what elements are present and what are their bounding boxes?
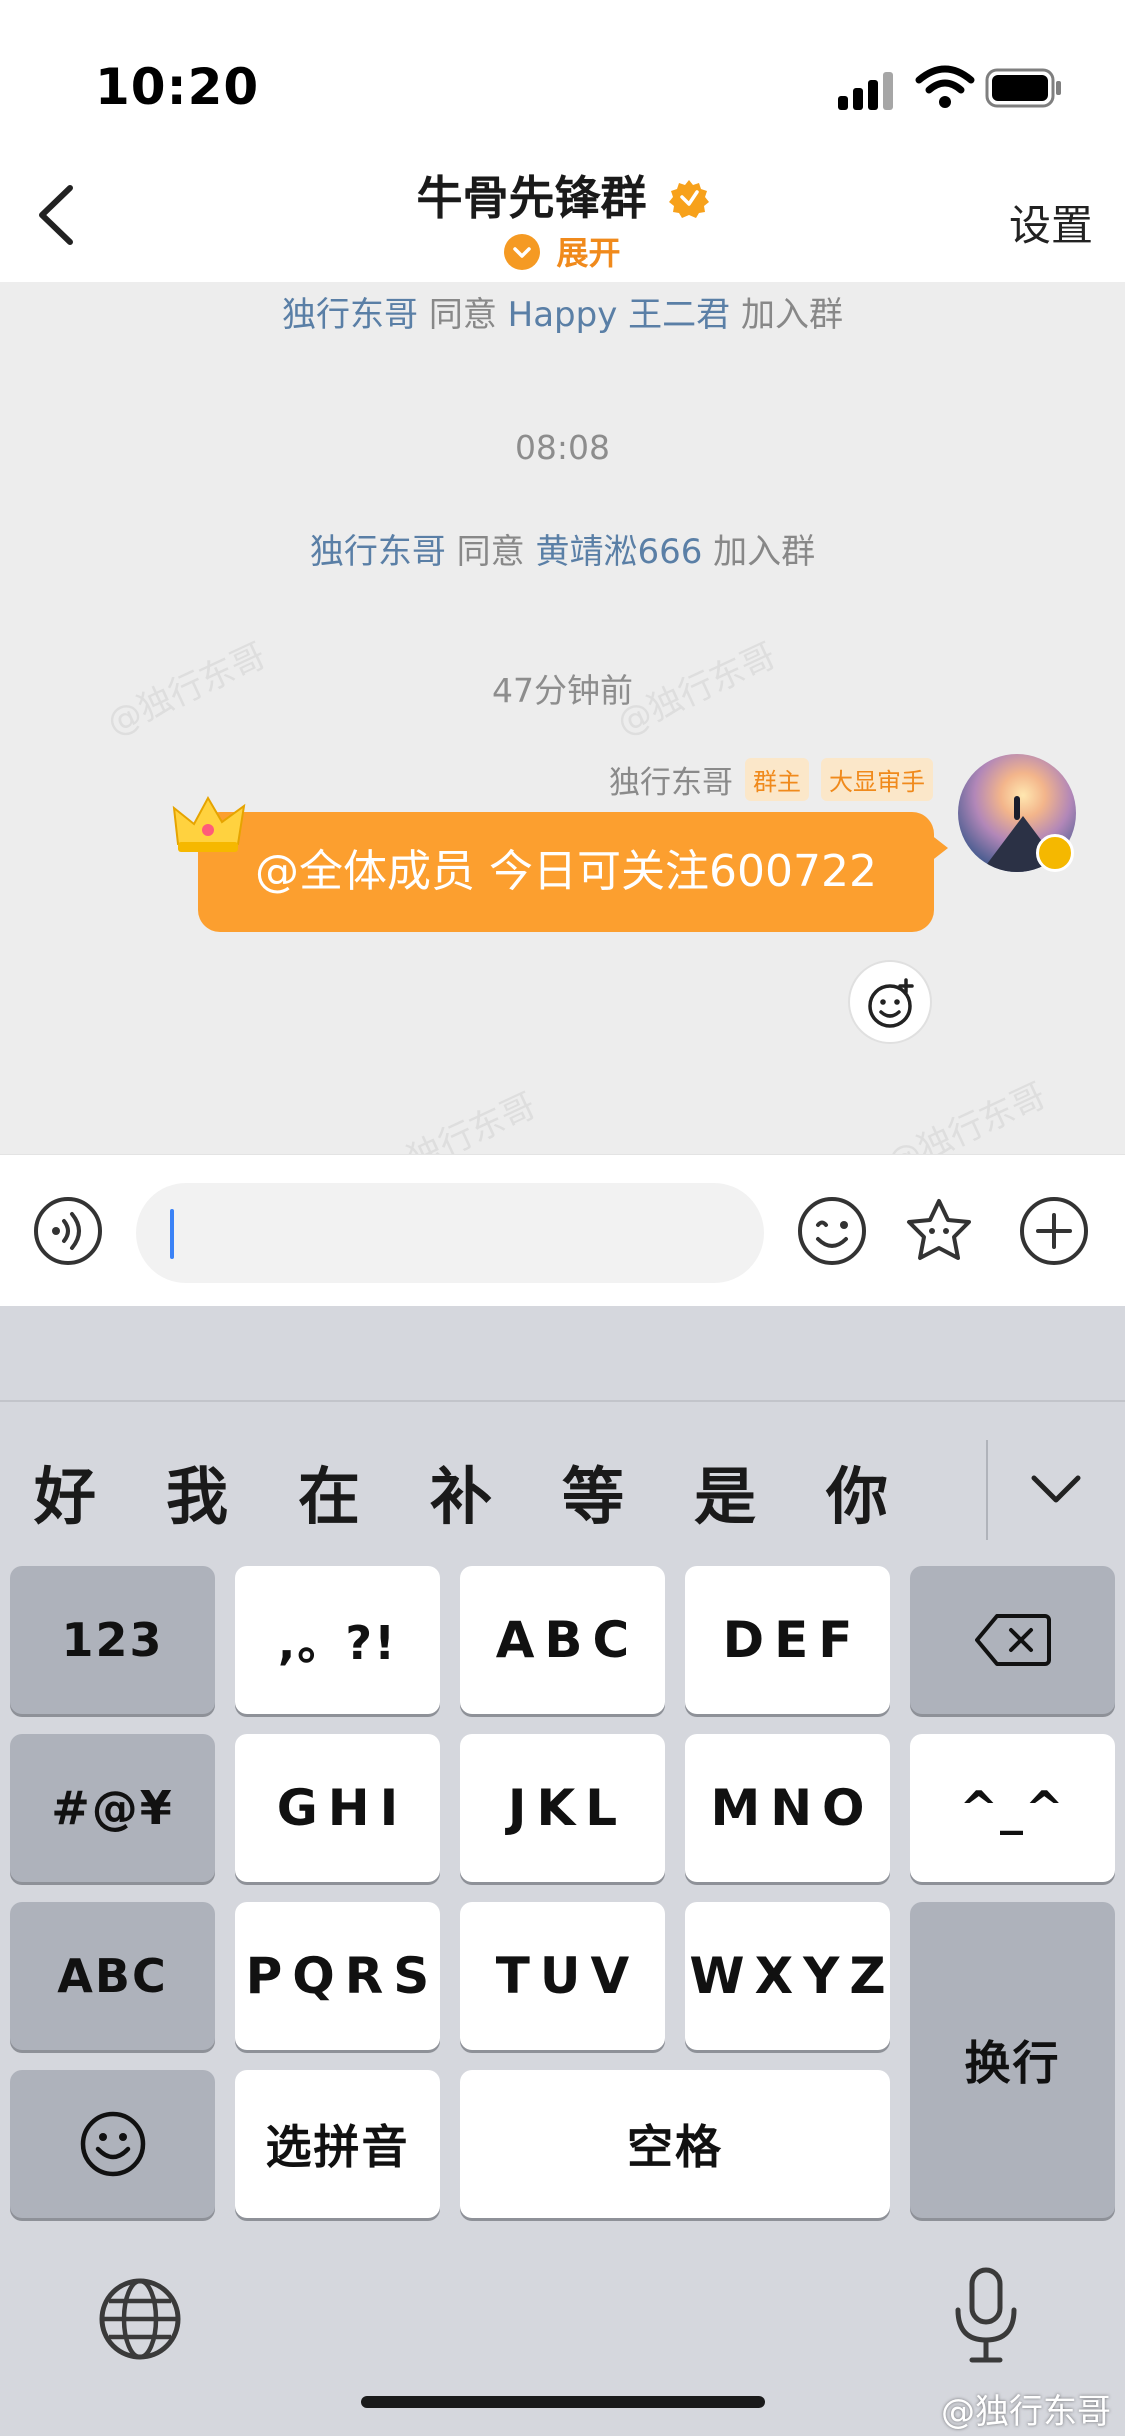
expand-label: 展开 (556, 234, 621, 272)
key-select-pinyin[interactable]: 选拼音 (235, 2070, 440, 2218)
system-message: 独行东哥 同意 黄靖淞666 加入群 (309, 532, 816, 572)
backspace-icon (974, 1614, 1051, 1666)
candidate-word[interactable]: 补 (430, 1446, 492, 1536)
system-message: 独行东哥 同意 Happy 王二君 加入群 (282, 295, 843, 335)
key-tuv[interactable]: TUV (460, 1902, 665, 2050)
voice-icon[interactable] (32, 1195, 104, 1267)
verified-badge-icon (668, 180, 709, 218)
sender-row: 独行东哥 群主 大显审手 (609, 757, 933, 802)
crown-icon (172, 795, 246, 852)
settings-button[interactable]: 设置 (1009, 192, 1093, 253)
battery-icon (985, 68, 1061, 108)
role-tag: 群主 (745, 758, 809, 801)
signal-icon (838, 70, 898, 110)
key-pqrs[interactable]: PQRS (235, 1902, 440, 2050)
candidate-word[interactable]: 等 (562, 1446, 624, 1536)
home-indicator[interactable] (361, 2396, 765, 2408)
key-mno[interactable]: MNO (685, 1734, 890, 1882)
key-123[interactable]: 123 (10, 1566, 215, 1714)
actor-name[interactable]: 独行东哥 (282, 295, 418, 335)
key-wxyz[interactable]: WXYZ (685, 1902, 890, 2050)
page-title: 牛骨先锋群 (0, 162, 1125, 228)
watermark: @独行东哥 (880, 1075, 1052, 1154)
emoji-icon[interactable] (796, 1195, 868, 1267)
title-tag: 大显审手 (821, 758, 933, 801)
candidate-word[interactable]: 在 (298, 1446, 360, 1536)
timestamp: 08:08 (514, 428, 611, 467)
microphone-icon[interactable] (950, 2266, 1022, 2366)
chevron-down-icon[interactable] (1018, 1450, 1094, 1526)
key-symbols[interactable]: #@¥ (10, 1734, 215, 1882)
text-caret (170, 1209, 174, 1259)
add-reaction-icon (868, 978, 914, 1028)
emoji-icon (80, 2111, 145, 2177)
candidate-word[interactable]: 我 (166, 1446, 228, 1536)
expand-toggle[interactable]: 展开 (0, 228, 1125, 274)
sender-name[interactable]: 独行东哥 (609, 757, 733, 802)
key-jkl[interactable]: JKL (460, 1734, 665, 1882)
chevron-down-icon (504, 234, 541, 270)
actor-name[interactable]: 独行东哥 (310, 532, 446, 572)
candidate-word[interactable]: 是 (694, 1446, 756, 1536)
message-bubble[interactable]: @全体成员 今日可关注600722 (198, 812, 934, 932)
candidate-divider (986, 1440, 988, 1540)
target-name[interactable]: 黄靖淞666 (535, 532, 702, 572)
weibo-watermark: @独行东哥 (941, 2392, 1111, 2432)
key-def[interactable]: DEF (685, 1566, 890, 1714)
key-punctuation[interactable]: ,。?! (235, 1566, 440, 1714)
candidate-bar: 好 我 在 补 等 是 你 (0, 1402, 1125, 1562)
key-abc-switch[interactable]: ABC (10, 1902, 215, 2050)
plus-icon[interactable] (1018, 1195, 1090, 1267)
message-input[interactable] (136, 1183, 764, 1283)
group-name: 牛骨先锋群 (416, 171, 647, 225)
return-key[interactable]: 换行 (910, 1902, 1115, 2218)
key-ghi[interactable]: GHI (235, 1734, 440, 1882)
timestamp: 47分钟前 (492, 671, 633, 710)
add-reaction-button[interactable] (848, 960, 932, 1044)
nav-bar: 牛骨先锋群 展开 设置 (0, 150, 1125, 282)
emoji-key[interactable] (10, 2070, 215, 2218)
sticker-icon[interactable] (903, 1195, 975, 1267)
candidate-word[interactable]: 好 (34, 1446, 96, 1536)
input-bar (0, 1154, 1125, 1306)
delete-key[interactable] (910, 1566, 1115, 1714)
watermark: @独行东哥 (370, 1085, 542, 1154)
chat-area[interactable]: @独行东哥 @独行东哥 @独行东哥 @独行东哥 独行东哥 同意 Happy 王二… (0, 282, 1125, 1154)
globe-icon[interactable] (95, 2274, 185, 2364)
key-abc[interactable]: ABC (460, 1566, 665, 1714)
wifi-icon (915, 65, 975, 108)
target-name[interactable]: Happy 王二君 (508, 295, 731, 335)
candidate-word[interactable]: 你 (826, 1446, 888, 1536)
keyboard-toolbar (0, 1306, 1125, 1402)
status-bar: 10:20 (0, 0, 1125, 150)
space-key[interactable]: 空格 (460, 2070, 890, 2218)
status-time: 10:20 (95, 58, 260, 116)
verified-badge-icon (1036, 834, 1074, 872)
key-emoticon[interactable]: ^_^ (910, 1734, 1115, 1882)
